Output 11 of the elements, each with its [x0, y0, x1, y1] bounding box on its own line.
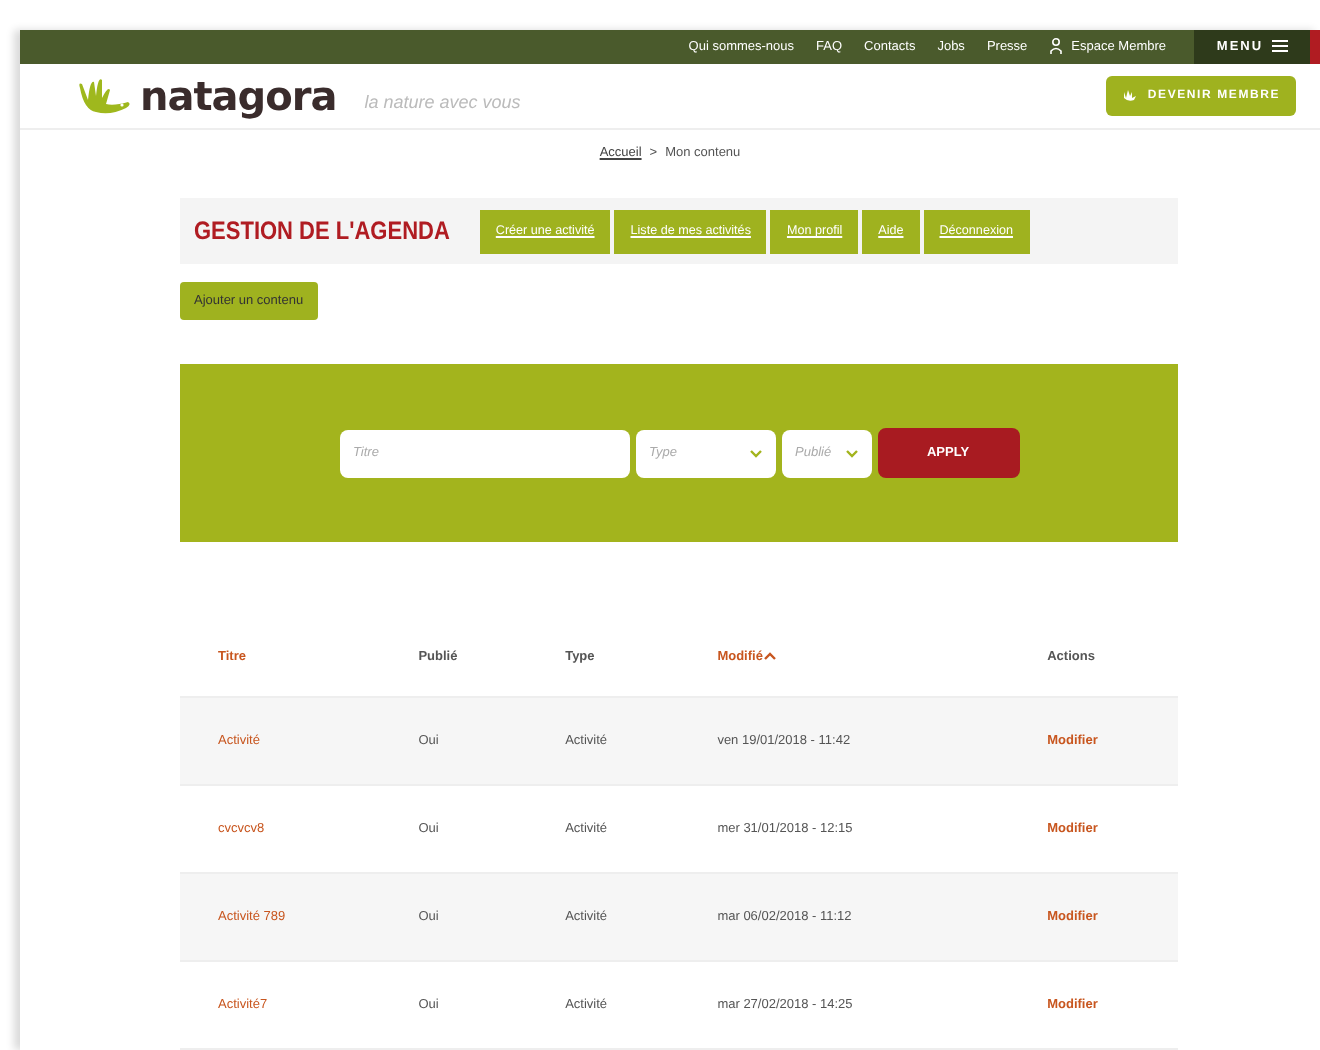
cut-off-button[interactable]	[1310, 30, 1320, 64]
menu-icon	[1271, 40, 1288, 53]
agenda-title: GESTION DE L'AGENDA	[194, 217, 450, 245]
user-icon	[1049, 38, 1062, 55]
hand-icon	[1121, 89, 1138, 102]
chevron-down-icon	[749, 449, 761, 457]
tagline: la nature avec vous	[364, 91, 521, 112]
logo-text: natagora	[140, 71, 337, 120]
hand-logo-icon	[74, 75, 134, 116]
sort-up-icon	[764, 651, 777, 659]
chevron-down-icon	[845, 449, 857, 457]
